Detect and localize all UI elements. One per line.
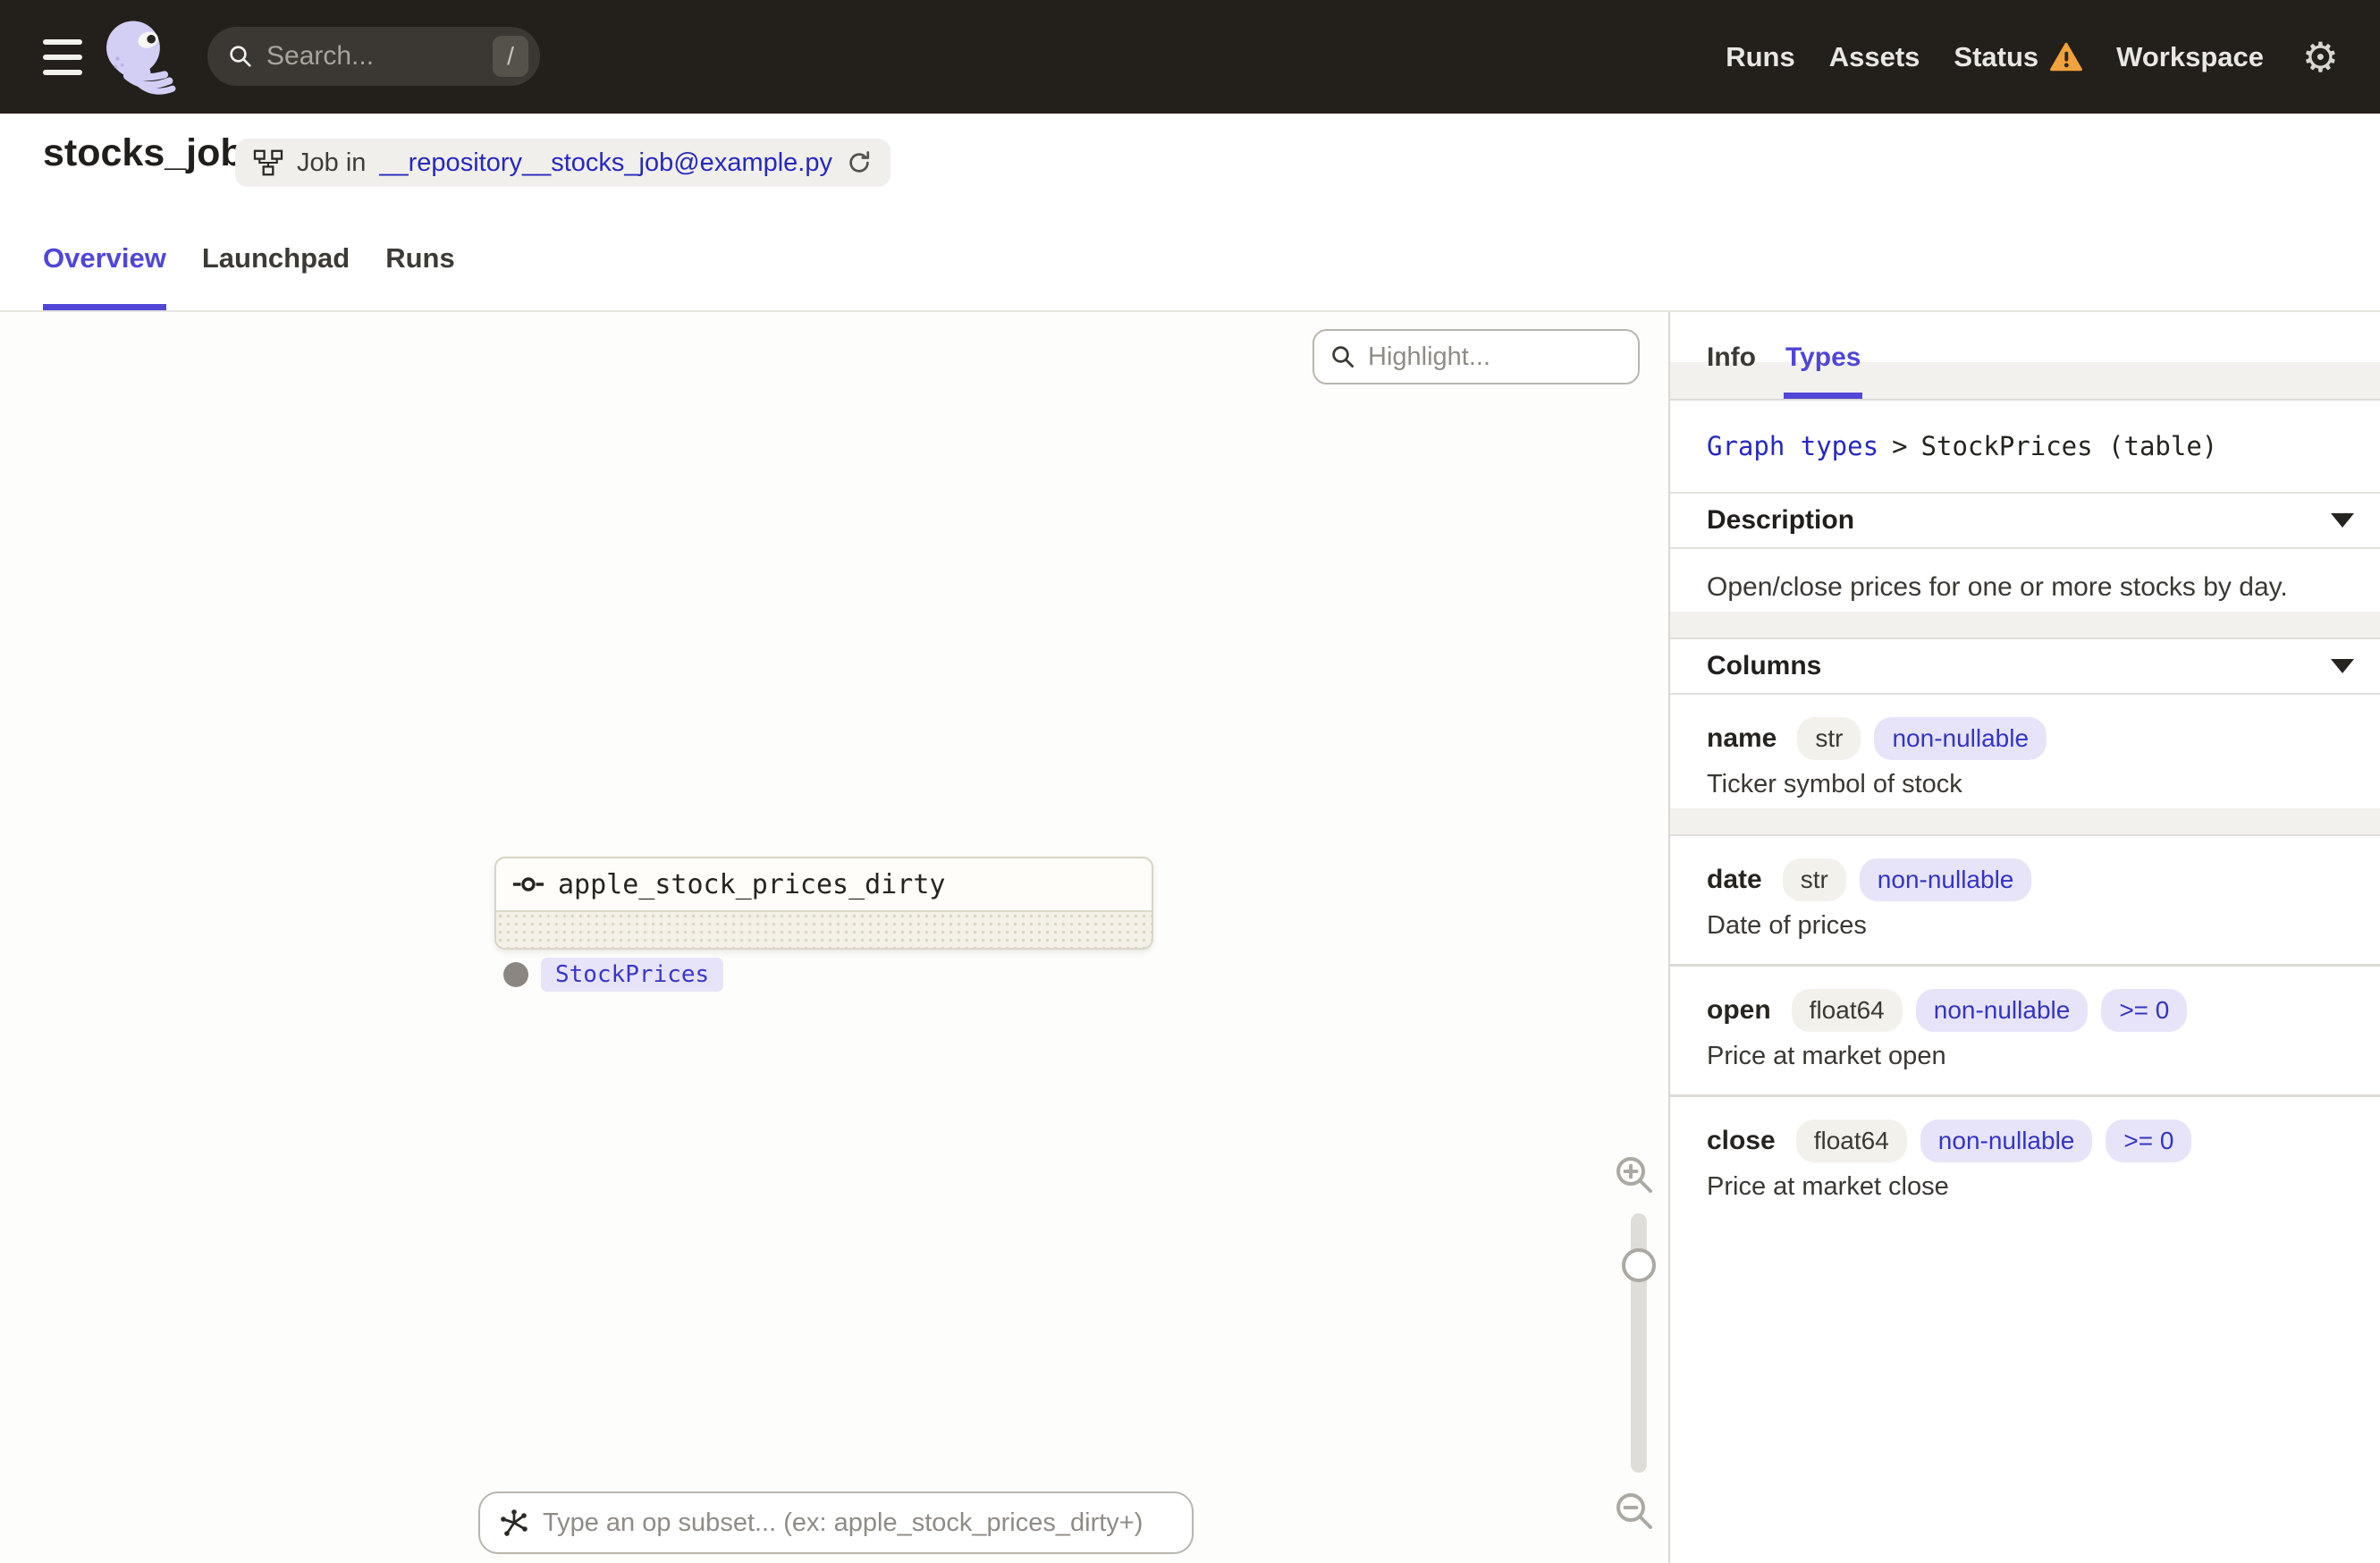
column-tag: non-nullable (1859, 858, 2032, 901)
column-row-open: open float64 non-nullable >= 0 Price at mark… (1670, 967, 2380, 1094)
job-graph-icon (253, 149, 283, 176)
column-description: Ticker symbol of stock (1707, 770, 1962, 798)
zoom-out-icon[interactable] (1613, 1490, 1656, 1533)
section-title: Columns (1707, 651, 1822, 680)
breadcrumb-link-graph-types[interactable]: Graph types (1707, 431, 1878, 461)
nav-item-runs[interactable]: Runs (1726, 41, 1795, 73)
sidebar-panel: Info Types Graph types > StockPrices (ta… (1668, 312, 2380, 1563)
column-row-name: name str non-nullable Ticker symbol of stoc… (1670, 695, 2380, 808)
breadcrumb-current: StockPrices (table) (1920, 431, 2218, 461)
top-nav-links: Runs Assets Status Workspace (1726, 0, 2264, 114)
column-description: Price at market open (1707, 1042, 1946, 1070)
breadcrumb-separator: > (1892, 431, 1908, 461)
op-icon (513, 875, 544, 893)
section-separator (1670, 612, 2380, 639)
page-header: stocks_job Job in __repository__stocks_j… (0, 114, 2380, 312)
global-search[interactable]: / (207, 27, 540, 86)
op-node[interactable]: apple_stock_prices_dirty (494, 857, 1153, 950)
op-subset-box[interactable] (478, 1491, 1194, 1554)
breadcrumb: Graph types > StockPrices (table) (1670, 401, 2380, 494)
op-node-body (496, 912, 1152, 948)
column-tag: non-nullable (1920, 1119, 2093, 1162)
columns-list: name str non-nullable Ticker symbol of stoc… (1670, 695, 2380, 1225)
column-name: date (1707, 865, 1762, 894)
panel-tab-types[interactable]: Types (1783, 312, 1863, 399)
menu-icon[interactable] (43, 39, 82, 75)
reload-icon[interactable] (846, 149, 873, 176)
column-tag: non-nullable (1915, 989, 2089, 1032)
op-subset-input[interactable] (543, 1508, 1173, 1538)
chevron-down-icon[interactable] (2331, 513, 2354, 528)
nav-item-workspace[interactable]: Workspace (2116, 41, 2264, 73)
column-tag: >= 0 (2106, 1119, 2192, 1162)
settings-button[interactable]: ⚙ (2302, 0, 2339, 114)
column-tag: non-nullable (1874, 717, 2047, 760)
dagster-logo-icon[interactable] (100, 18, 179, 97)
op-selector-icon (499, 1508, 529, 1538)
job-location-prefix: Job in (297, 148, 367, 177)
search-shortcut-key: / (493, 36, 528, 77)
column-name: close (1707, 1126, 1776, 1155)
column-description: Price at market close (1707, 1172, 1949, 1201)
zoom-in-icon[interactable] (1613, 1153, 1656, 1196)
op-output-type-tag[interactable]: StockPrices (541, 958, 724, 992)
zoom-slider-thumb[interactable] (1622, 1248, 1656, 1282)
column-description: Date of prices (1707, 911, 1867, 940)
tab-overview[interactable]: Overview (43, 242, 166, 310)
search-icon (227, 43, 254, 70)
highlight-input[interactable] (1368, 342, 1623, 372)
column-row-date: date str non-nullable Date of prices (1670, 836, 2380, 964)
column-name: open (1707, 995, 1771, 1025)
description-text: Open/close prices for one or more stocks… (1707, 572, 2288, 602)
job-location-pill: Job in __repository__stocks_job@example.… (235, 139, 890, 187)
column-row-close: close float64 non-nullable >= 0 Price at mar… (1670, 1097, 2380, 1225)
graph-canvas[interactable]: apple_stock_prices_dirty StockPrices (0, 312, 1668, 1563)
column-tag: str (1782, 858, 1846, 901)
dagster-app: / Runs Assets Status Workspace ⚙ s (0, 0, 2380, 1563)
column-name: name (1707, 723, 1777, 753)
top-nav-bar: / Runs Assets Status Workspace ⚙ (0, 0, 2380, 114)
nav-item-status[interactable]: Status (1954, 41, 2083, 73)
op-output-dot (503, 962, 528, 987)
section-separator (1670, 808, 2380, 836)
section-header-columns: Columns (1670, 639, 2380, 695)
column-tag: >= 0 (2101, 989, 2188, 1032)
job-tabs: Overview Launchpad Runs (43, 242, 455, 310)
op-node-title: apple_stock_prices_dirty (558, 868, 946, 900)
tab-launchpad[interactable]: Launchpad (202, 242, 350, 310)
gear-icon: ⚙ (2301, 32, 2339, 81)
chevron-down-icon[interactable] (2331, 659, 2354, 673)
page-title: stocks_job (43, 131, 244, 174)
column-tag: float64 (1791, 989, 1903, 1032)
section-header-description: Description (1670, 494, 2380, 549)
job-location-link[interactable]: __repository__stocks_job@example.py (379, 148, 832, 178)
tab-runs[interactable]: Runs (385, 242, 455, 310)
search-icon (1329, 343, 1356, 370)
panel-tabs: Info Types (1670, 312, 2380, 401)
column-tag: str (1797, 717, 1861, 760)
nav-item-assets[interactable]: Assets (1829, 41, 1920, 73)
panel-tab-info[interactable]: Info (1707, 312, 1756, 399)
column-tag: float64 (1795, 1119, 1907, 1162)
warning-icon (2050, 42, 2083, 72)
section-title: Description (1707, 505, 1855, 535)
highlight-search[interactable] (1312, 329, 1640, 384)
search-input[interactable] (266, 41, 480, 72)
